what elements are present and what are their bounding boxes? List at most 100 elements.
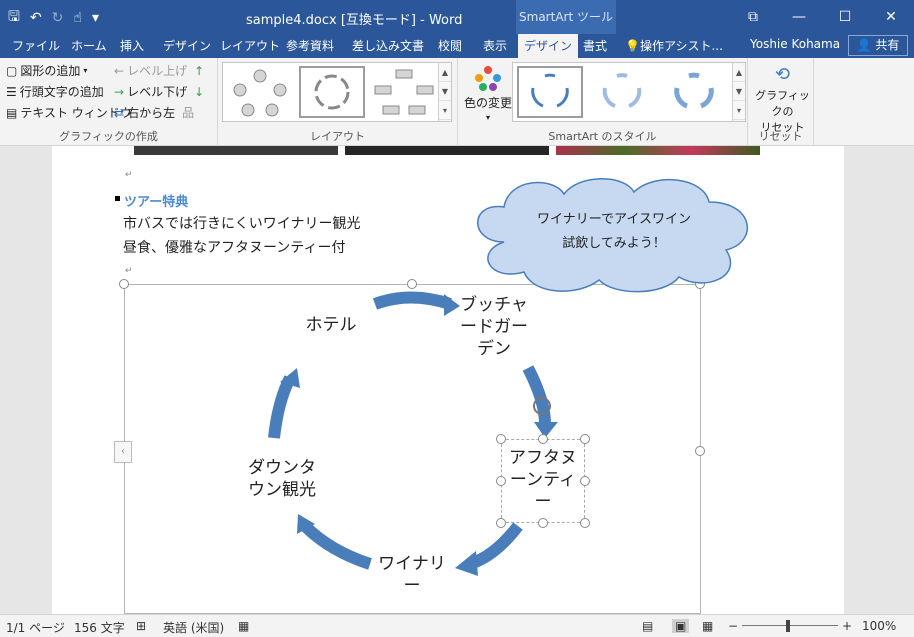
cycle-arrow [467, 522, 523, 570]
style-gallery-scroll[interactable]: ▲ ▼ ▾ [732, 63, 745, 121]
style-thumb-moderate[interactable] [661, 66, 727, 118]
group-create-graphic: ▢ 図形の追加 ▾ ☰ 行頭文字の追加 ▤ テキスト ウィンドウ ← レベル上げ ↑ → レ… [0, 58, 218, 146]
demote-label: レベル下げ [127, 85, 188, 99]
zoom-slider[interactable] [742, 625, 838, 626]
chevron-down-icon: ▾ [486, 113, 491, 122]
zoom-thumb[interactable] [786, 620, 790, 632]
lightbulb-icon: 💡 [625, 39, 640, 53]
person-icon: 👤 [856, 38, 872, 52]
group-label: グラフィックの作成 [59, 130, 158, 143]
shape-handle[interactable] [580, 476, 590, 486]
layout-thumb-basic-cycle[interactable] [227, 66, 293, 118]
scroll-up-icon[interactable]: ▲ [439, 63, 451, 82]
save-icon[interactable]: 🖫 [8, 6, 20, 30]
window-controls: ⧉ — ☐ ✕ [730, 0, 914, 34]
shape-handle[interactable] [538, 434, 548, 444]
undo-icon[interactable]: ↶ [30, 10, 42, 26]
scroll-down-icon[interactable]: ▼ [439, 82, 451, 101]
add-shape-button[interactable]: ▢ 図形の追加 ▾ [6, 62, 87, 79]
layout-thumb-text-cycle[interactable] [299, 66, 365, 118]
tab-tell-me[interactable]: 💡操作アシスト... [625, 37, 723, 54]
scroll-up-icon[interactable]: ▲ [733, 63, 745, 82]
right-to-left-button[interactable]: ⇄ 右から左 品 [114, 104, 194, 121]
style-thumb-simple[interactable] [517, 66, 583, 118]
move-up-icon: ↑ [194, 63, 205, 78]
style-simple-icon [531, 73, 569, 108]
tab-file[interactable]: ファイル [12, 37, 60, 54]
tab-layout[interactable]: レイアウト [220, 37, 280, 54]
gallery-more-icon[interactable]: ▾ [439, 101, 451, 120]
layout-gallery: ▲ ▼ ▾ [222, 62, 452, 122]
user-name[interactable]: Yoshie Kohama [750, 37, 840, 51]
rtl-label: 右から左 [127, 106, 176, 120]
read-mode-icon[interactable]: ▤ [642, 619, 653, 633]
promote-button[interactable]: ← レベル上げ ↑ [114, 62, 204, 79]
share-button[interactable]: 👤 共有 [848, 35, 908, 56]
scroll-down-icon[interactable]: ▼ [733, 82, 745, 101]
zoom-out-icon[interactable]: − [728, 619, 738, 633]
shape-handle[interactable] [538, 518, 548, 528]
add-bullet-button[interactable]: ☰ 行頭文字の追加 [6, 83, 104, 100]
add-bullet-label: 行頭文字の追加 [19, 85, 104, 99]
callout-text: ワイナリーでアイスワイン 試飲してみよう！ [537, 212, 691, 251]
cycle-arrowhead [455, 551, 478, 576]
shape-handle[interactable] [496, 476, 506, 486]
minimize-button[interactable]: — [776, 0, 822, 34]
status-bar: 1/1 ページ 156 文字 ⊞ 英語 (米国) ▦ ▤ ▣ ▦ − + 100… [0, 614, 914, 637]
group-layouts: ▲ ▼ ▾ レイアウト [218, 58, 458, 146]
shape-handle[interactable] [496, 518, 506, 528]
shape-handle[interactable] [496, 434, 506, 444]
arrow-left-icon: ← [114, 63, 125, 78]
zoom-level[interactable]: 100% [862, 619, 896, 633]
gallery-more-icon[interactable]: ▾ [733, 101, 745, 120]
reset-graphic-button[interactable]: ⟲ グラフィックの リセット [752, 64, 813, 135]
node-hotel[interactable]: ホテル [296, 314, 366, 336]
zoom-in-icon[interactable]: + [842, 619, 852, 633]
tab-view[interactable]: 表示 [483, 37, 507, 54]
node-downtown[interactable]: ダウンタ ウン観光 [240, 457, 324, 501]
tab-references[interactable]: 参考資料 [286, 37, 334, 54]
proofing-icon[interactable]: ⊞ [136, 619, 146, 633]
page-count[interactable]: 1/1 ページ [6, 619, 65, 636]
change-colors-button[interactable]: 色の変更 ▾ [464, 64, 512, 122]
touch-mode-icon[interactable]: ☝ [73, 10, 82, 26]
arrow-right-icon: → [114, 84, 125, 99]
group-label: レイアウト [310, 130, 365, 143]
style-thumb-subtle[interactable] [589, 66, 655, 118]
tab-design[interactable]: デザイン [163, 37, 211, 54]
shape-handle[interactable] [580, 518, 590, 528]
macro-icon[interactable]: ▦ [238, 619, 249, 633]
group-smartart-styles: 色の変更 ▾ ▲ ▼ ▾ SmartArt のスタイル [458, 58, 748, 146]
palette-icon [475, 66, 501, 91]
redo-icon[interactable]: ↻ [52, 10, 64, 26]
layout-gallery-scroll[interactable]: ▲ ▼ ▾ [438, 63, 451, 121]
tab-home[interactable]: ホーム [71, 37, 107, 54]
tab-insert[interactable]: 挿入 [120, 37, 144, 54]
reset-graphic-icon: ⟲ [774, 64, 791, 85]
tab-smartart-design[interactable]: デザイン [518, 34, 579, 58]
text-pane-button[interactable]: ▤ テキスト ウィンドウ [6, 104, 132, 121]
close-button[interactable]: ✕ [868, 0, 914, 34]
language[interactable]: 英語 (米国) [163, 619, 224, 636]
promote-label: レベル上げ [127, 64, 188, 78]
tab-mailings[interactable]: 差し込み文書 [352, 37, 424, 54]
document-area: ↵ ツアー特典 市バスでは行きにくいワイナリー観光 昼食、優雅なアフタヌーンティ… [0, 146, 914, 614]
node-afternoon-tea[interactable]: アフタヌ ーンティ ー [501, 447, 585, 513]
print-layout-icon[interactable]: ▣ [672, 619, 690, 633]
style-subtle-icon [602, 73, 642, 108]
node-winery[interactable]: ワイナリ ー [372, 553, 452, 597]
tab-format[interactable]: 書式 [583, 37, 607, 54]
maximize-button[interactable]: ☐ [822, 0, 868, 34]
word-count[interactable]: 156 文字 [74, 619, 125, 636]
tab-review[interactable]: 校閲 [438, 37, 462, 54]
layout-thumb-block-cycle[interactable] [371, 66, 437, 118]
web-layout-icon[interactable]: ▦ [702, 619, 713, 633]
qat-customize-icon[interactable]: ▾ [92, 10, 99, 26]
text-cycle-layout-icon [314, 74, 350, 110]
shape-handle[interactable] [580, 434, 590, 444]
demote-button[interactable]: → レベル下げ ↓ [114, 83, 204, 100]
ribbon-display-options-icon[interactable]: ⧉ [730, 0, 776, 34]
group-reset: ⟲ グラフィックの リセット リセット [748, 58, 814, 146]
cycle-arrow [522, 365, 551, 425]
node-butchart[interactable]: ブッチャ ードガー デン [452, 294, 536, 360]
